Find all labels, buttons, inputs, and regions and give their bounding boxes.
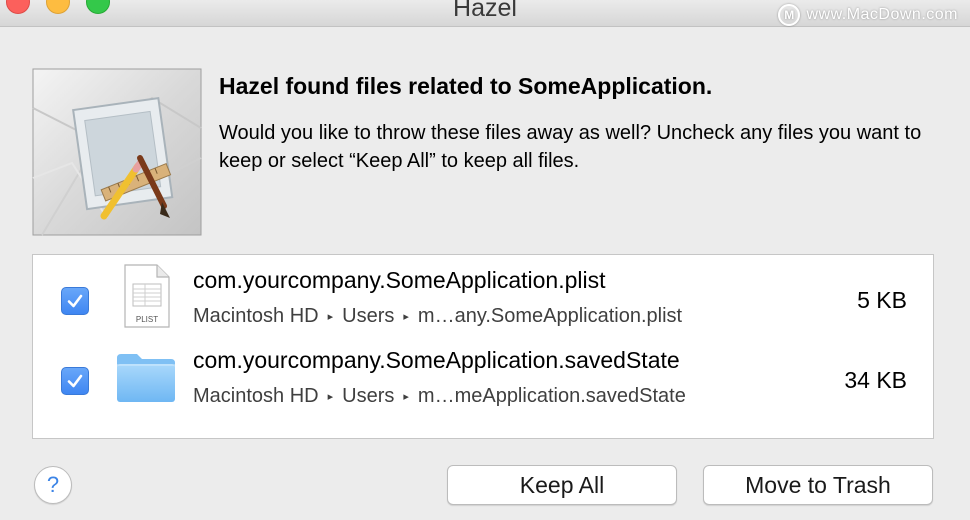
plist-icon-label: PLIST: [136, 315, 158, 324]
path-segment: Macintosh HD: [193, 385, 319, 407]
file-checkbox[interactable]: [61, 367, 89, 395]
dialog-message: Would you like to throw these files away…: [219, 122, 922, 172]
path-separator-icon: ▸: [403, 391, 409, 403]
title-bar: Hazel M www.MacDown.com: [0, 0, 970, 27]
path-segment: Users: [342, 385, 395, 407]
keep-all-button[interactable]: Keep All: [447, 465, 677, 505]
checkmark-icon: [67, 294, 83, 308]
watermark: M www.MacDown.com: [778, 4, 958, 26]
path-segment: m…meApplication.savedState: [417, 385, 686, 407]
path-separator-icon: ▸: [327, 311, 334, 323]
file-name: com.yourcompany.SomeApplication.plist: [193, 267, 606, 293]
folder-icon: [115, 344, 177, 410]
help-button[interactable]: ?: [34, 466, 72, 504]
watermark-logo-icon: M: [778, 4, 801, 26]
file-path: Macintosh HD ▸ Users ▸ m…any.SomeApplica…: [193, 305, 682, 328]
dialog-heading: Hazel found files related to SomeApplica…: [219, 73, 713, 99]
path-segment: Macintosh HD: [193, 305, 319, 327]
file-row: com.yourcompany.SomeApplication.savedSta…: [33, 341, 933, 421]
path-segment: m…any.SomeApplication.plist: [417, 305, 683, 327]
checkmark-icon: [67, 374, 83, 388]
path-separator-icon: ▸: [327, 391, 334, 403]
file-name: com.yourcompany.SomeApplication.savedSta…: [193, 347, 680, 373]
file-list: PLIST com.yourcompany.SomeApplication.pl…: [32, 254, 934, 439]
file-checkbox[interactable]: [61, 287, 89, 315]
help-icon: ?: [46, 472, 60, 497]
watermark-text: www.MacDown.com: [806, 6, 958, 23]
path-segment: Users: [342, 305, 395, 327]
hazel-crumpled-paper-icon: [32, 68, 202, 236]
file-path: Macintosh HD ▸ Users ▸ m…meApplication.s…: [193, 385, 686, 408]
plist-file-icon: PLIST: [115, 264, 177, 330]
path-separator-icon: ▸: [403, 311, 409, 323]
file-size: 34 KB: [844, 367, 907, 393]
file-row: PLIST com.yourcompany.SomeApplication.pl…: [33, 261, 933, 341]
move-to-trash-button[interactable]: Move to Trash: [703, 465, 933, 505]
file-size: 5 KB: [857, 287, 907, 313]
